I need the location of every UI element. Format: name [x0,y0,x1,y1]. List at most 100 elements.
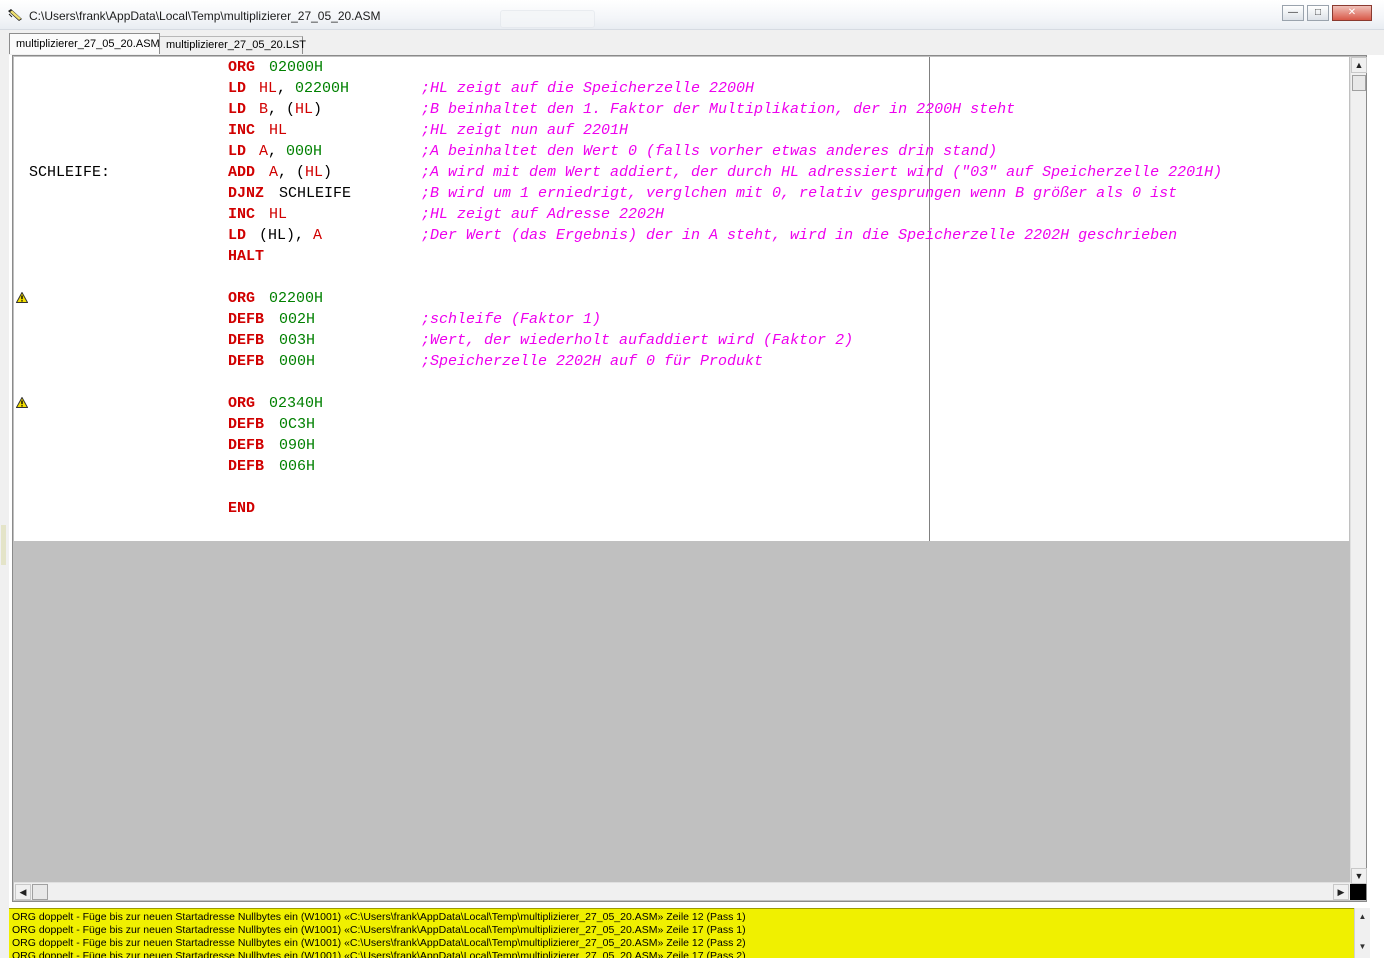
horizontal-scroll-thumb[interactable] [32,884,48,900]
code-line[interactable]: ORG 02200H [14,288,1349,309]
operand-number: 002H [279,311,316,328]
operand-text: ) [313,101,323,118]
code-label: SCHLEIFE: [29,164,111,181]
code-editor[interactable]: ORG 02000H LD HL, 02200H ;HL zeigt auf die S… [12,55,1367,902]
code-comment: ;HL zeigt auf die Speicherzelle 2200H [421,80,755,97]
code-line[interactable]: LD B, (HL) ;B beinhaltet den 1. Faktor der… [14,99,1349,120]
code-line[interactable]: DEFB 000H ;Speicherzelle 2202H auf 0 für P… [14,351,1349,372]
scroll-right-button[interactable]: ▶ [1333,884,1349,900]
operand-number: 000H [279,353,316,370]
scroll-up-button[interactable]: ▲ [1351,57,1367,73]
code-mnemonic: LD [228,101,247,118]
code-line[interactable]: INC HL ;HL zeigt auf Adresse 2202H [14,204,1349,225]
app-icon [8,9,22,21]
operand-number: 02340H [269,395,324,412]
operand-text: , ( [278,164,306,181]
code-line[interactable]: LD (HL), A ;Der Wert (das Ergebnis) der in… [14,225,1349,246]
vertical-scroll-thumb[interactable] [1352,75,1366,91]
code-line[interactable]: DEFB 002H ;schleife (Faktor 1) [14,309,1349,330]
message-line[interactable]: ORG doppelt - Füge bis zur neuen Startad… [12,950,746,958]
code-line[interactable] [14,477,1349,498]
code-comment: ;Der Wert (das Ergebnis) der in A steht,… [421,227,1178,244]
code-mnemonic: INC [228,206,256,223]
operand-number: 090H [279,437,316,454]
warning-icon [16,292,28,303]
operand-text: (HL), [259,227,314,244]
code-operands: 090H [279,435,315,456]
code-line[interactable]: ORG 02340H [14,393,1349,414]
code-comment: ;HL zeigt auf Adresse 2202H [421,206,665,223]
code-comment: ;B wird um 1 erniedrigt, verglchen mit 0… [421,185,1178,202]
horizontal-scrollbar[interactable]: ◀ ▶ [14,882,1350,900]
code-mnemonic: DEFB [228,437,265,454]
code-mnemonic: LD [228,227,247,244]
tab-lst-file[interactable]: multiplizierer_27_05_20.LST [160,36,306,54]
code-operands: A, (HL) [269,162,332,183]
vertical-scrollbar[interactable]: ▲ ▼ [1350,57,1367,884]
code-line[interactable]: LD HL, 02200H ;HL zeigt auf die Speicherze… [14,78,1349,99]
code-comment: ;HL zeigt nun auf 2201H [421,122,629,139]
operand-text: ) [323,164,333,181]
code-text-area[interactable]: ORG 02000H LD HL, 02200H ;HL zeigt auf die S… [14,57,1349,541]
code-line[interactable]: DEFB 006H [14,456,1349,477]
maximize-button[interactable]: □ [1307,5,1329,21]
code-line[interactable]: DEFB 0C3H [14,414,1349,435]
code-mnemonic: LD [228,80,247,97]
code-line[interactable] [14,267,1349,288]
operand-text: , [277,80,296,97]
background-window-controls [500,10,595,28]
code-line[interactable]: SCHLEIFE: ADD A, (HL) ;A wird mit dem Wert … [14,162,1349,183]
scroll-down-button[interactable]: ▼ [1351,868,1367,884]
code-comment: ;Speicherzelle 2202H auf 0 für Produkt [421,353,764,370]
operand-text: SCHLEIFE [279,185,352,202]
code-line[interactable]: DJNZ SCHLEIFE ;B wird um 1 erniedrigt, ver… [14,183,1349,204]
operand-register: B [259,101,269,118]
code-line[interactable]: END [14,498,1349,519]
message-scroll-down-button[interactable]: ▼ [1355,940,1370,954]
splitter-grip[interactable] [1,525,6,565]
message-line[interactable]: ORG doppelt - Füge bis zur neuen Startad… [12,924,746,937]
code-line[interactable]: LD A, 000H ;A beinhaltet den Wert 0 (falls… [14,141,1349,162]
operand-text: , [268,143,287,160]
code-line[interactable]: INC HL ;HL zeigt nun auf 2201H [14,120,1349,141]
tab-strip: multiplizierer_27_05_20.ASM multiplizier… [0,30,1384,55]
code-comment: ;schleife (Faktor 1) [421,311,602,328]
title-bar[interactable]: C:\Users\frank\AppData\Local\Temp\multip… [0,0,1384,30]
code-line[interactable]: DEFB 003H ;Wert, der wiederholt aufaddiert… [14,330,1349,351]
code-mnemonic: END [228,500,256,517]
message-line[interactable]: ORG doppelt - Füge bis zur neuen Startad… [12,911,746,924]
message-scroll-up-button[interactable]: ▲ [1355,910,1370,924]
code-operands: 02000H [269,57,323,78]
code-operands: B, (HL) [259,99,322,120]
code-comment: ;B beinhaltet den 1. Faktor der Multipli… [421,101,1016,118]
code-operands: 02340H [269,393,323,414]
operand-register: A [313,227,323,244]
code-line[interactable]: ORG 02000H [14,57,1349,78]
message-scrollbar[interactable]: ▲ ▼ [1354,908,1370,958]
message-panel[interactable]: ORG doppelt - Füge bis zur neuen Startad… [9,908,1370,958]
operand-number: 02200H [269,290,324,307]
operand-register: HL [305,164,324,181]
code-mnemonic: LD [228,143,247,160]
code-mnemonic: DEFB [228,416,265,433]
code-mnemonic: ADD [228,164,256,181]
code-line[interactable] [14,372,1349,393]
message-line[interactable]: ORG doppelt - Füge bis zur neuen Startad… [12,937,746,950]
code-operands: 0C3H [279,414,315,435]
tab-asm-file[interactable]: multiplizierer_27_05_20.ASM [9,33,160,54]
operand-register: HL [269,206,288,223]
code-line[interactable]: DEFB 090H [14,435,1349,456]
operand-register: HL [295,101,314,118]
scrollbar-corner [1350,884,1366,900]
operand-text: , ( [268,101,296,118]
code-operands: A, 000H [259,141,322,162]
scroll-left-button[interactable]: ◀ [15,884,31,900]
code-operands: HL [269,120,287,141]
code-operands: 006H [279,456,315,477]
code-line[interactable]: HALT [14,246,1349,267]
code-operands: SCHLEIFE [279,183,351,204]
operand-number: 02200H [295,80,350,97]
code-operands: HL [269,204,287,225]
minimize-button[interactable]: — [1282,5,1304,21]
close-button[interactable]: ✕ [1332,5,1372,21]
